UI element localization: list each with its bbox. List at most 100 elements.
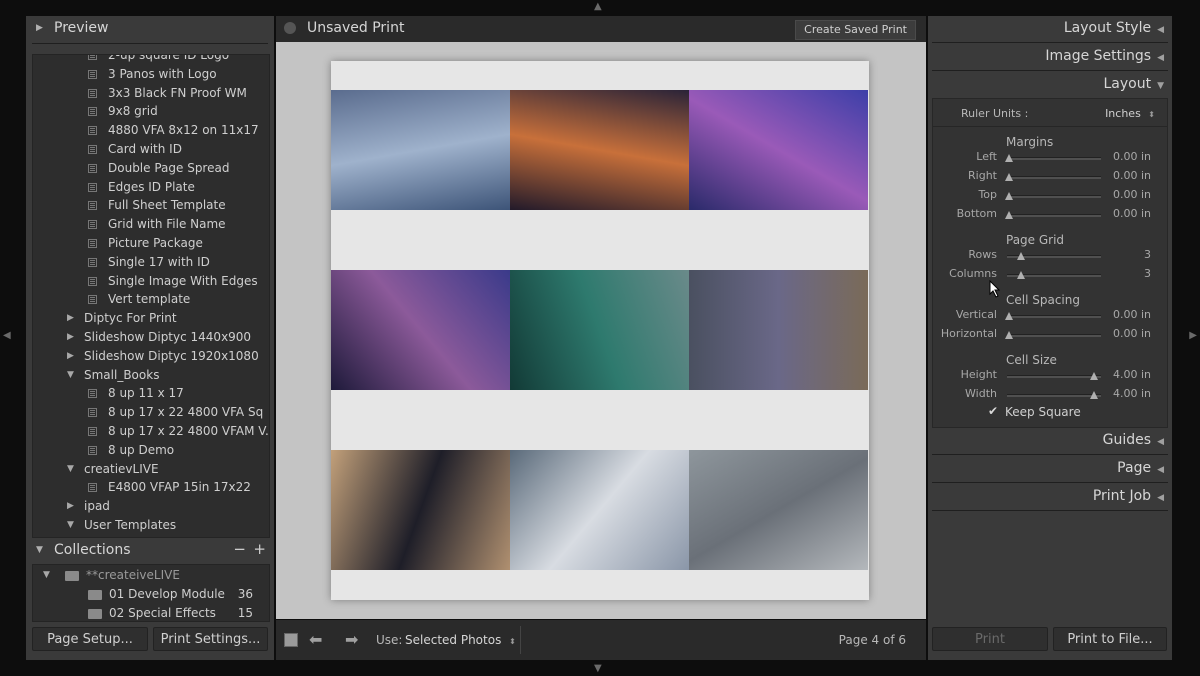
- collapse-triangle-icon[interactable]: ▶: [67, 332, 74, 342]
- height-value[interactable]: 4.00 in: [1113, 368, 1151, 381]
- expand-triangle-icon[interactable]: ▼: [43, 570, 50, 580]
- slider-thumb[interactable]: [1089, 372, 1098, 380]
- collection-item[interactable]: 02 Special Effects 15: [33, 605, 269, 621]
- template-folder[interactable]: ▼ creatievLIVE: [33, 461, 269, 480]
- template-item[interactable]: Vert template: [33, 291, 269, 310]
- left-value[interactable]: 0.00 in: [1113, 150, 1151, 163]
- right-value[interactable]: 0.00 in: [1113, 169, 1151, 182]
- slider-thumb[interactable]: [1005, 173, 1013, 181]
- template-item[interactable]: 9x8 grid: [33, 103, 269, 122]
- width-slider[interactable]: [1007, 391, 1101, 399]
- create-saved-print-button[interactable]: Create Saved Print: [795, 20, 916, 40]
- preview-header[interactable]: ▶ Preview: [26, 16, 274, 42]
- left-edge-arrow-icon[interactable]: ◀: [3, 330, 11, 341]
- next-page-arrow-icon[interactable]: ➡: [345, 630, 358, 649]
- slider-thumb[interactable]: [1005, 192, 1013, 200]
- template-item[interactable]: Single Image With Edges: [33, 273, 269, 292]
- width-value[interactable]: 4.00 in: [1113, 387, 1151, 400]
- template-item[interactable]: Full Sheet Template: [33, 197, 269, 216]
- use-selector[interactable]: Selected Photos ⬍: [405, 633, 516, 647]
- expand-triangle-icon[interactable]: ▼: [67, 520, 74, 530]
- template-item[interactable]: 4880 VFA 8x12 on 11x17: [33, 122, 269, 141]
- template-item[interactable]: Single 17 with ID: [33, 254, 269, 273]
- photo-purple-horizon[interactable]: [689, 90, 868, 210]
- print-settings-button[interactable]: Print Settings...: [153, 627, 268, 651]
- template-item[interactable]: Card with ID: [33, 141, 269, 160]
- template-item[interactable]: Picture Package: [33, 235, 269, 254]
- vertical-slider[interactable]: [1005, 312, 1101, 320]
- print-to-file-button[interactable]: Print to File...: [1053, 627, 1167, 651]
- photo-twilight-dark[interactable]: [331, 270, 510, 390]
- template-item[interactable]: Edges ID Plate: [33, 179, 269, 198]
- vertical-value[interactable]: 0.00 in: [1113, 308, 1151, 321]
- columns-slider[interactable]: [1007, 271, 1101, 279]
- previous-page-arrow-icon[interactable]: ⬅: [309, 630, 322, 649]
- template-item[interactable]: 8 up Demo: [33, 442, 269, 461]
- template-folder[interactable]: ▶ Slideshow Diptyc 1920x1080: [33, 348, 269, 367]
- collection-item[interactable]: 01 Develop Module 36: [33, 586, 269, 605]
- template-item[interactable]: Double Page Spread: [33, 160, 269, 179]
- page-setup-button[interactable]: Page Setup...: [32, 627, 148, 651]
- print-button[interactable]: Print: [932, 627, 1048, 651]
- top-value[interactable]: 0.00 in: [1113, 188, 1151, 201]
- collapse-triangle-icon[interactable]: ▶: [67, 313, 74, 323]
- photo-airplane-wing[interactable]: [510, 450, 689, 570]
- top-edge-arrow-icon[interactable]: ▲: [594, 1, 602, 12]
- ruler-units-label: Ruler Units :: [961, 107, 1029, 120]
- right-slider[interactable]: [1005, 173, 1101, 181]
- photo-cloudy-lake[interactable]: [689, 450, 868, 570]
- keep-square-checkbox[interactable]: ✔: [988, 405, 999, 417]
- slider-thumb[interactable]: [1005, 154, 1013, 162]
- template-item[interactable]: 2-up square ID Logo: [33, 55, 269, 66]
- bottom-edge-arrow-icon[interactable]: ▼: [594, 663, 602, 674]
- bottom-value[interactable]: 0.00 in: [1113, 207, 1151, 220]
- slider-thumb[interactable]: [1016, 271, 1025, 279]
- template-item[interactable]: Grid with File Name: [33, 216, 269, 235]
- template-folder[interactable]: ▼ Small_Books: [33, 367, 269, 386]
- collection-set[interactable]: ▼ **createiveLIVE: [33, 567, 269, 586]
- top-slider[interactable]: [1005, 192, 1101, 200]
- height-slider[interactable]: [1007, 372, 1101, 380]
- left-slider[interactable]: [1005, 154, 1101, 162]
- template-item[interactable]: 8 up 17 x 22 4800 VFAM V...: [33, 423, 269, 442]
- rows-value[interactable]: 3: [1144, 248, 1151, 261]
- rows-slider[interactable]: [1007, 252, 1101, 260]
- expand-triangle-icon[interactable]: ▼: [67, 370, 74, 380]
- template-folder[interactable]: ▼ User Templates: [33, 517, 269, 536]
- slider-thumb[interactable]: [1005, 331, 1013, 339]
- photo-engine-desert[interactable]: [331, 450, 510, 570]
- collapse-triangle-icon[interactable]: ▶: [67, 501, 74, 511]
- slider-thumb[interactable]: [1016, 252, 1025, 260]
- template-folder[interactable]: ▶ ipad: [33, 498, 269, 517]
- template-icon: [88, 55, 97, 60]
- template-item[interactable]: 8 up 17 x 22 4800 VFA Sq: [33, 404, 269, 423]
- columns-value[interactable]: 3: [1144, 267, 1151, 280]
- add-collection-icon[interactable]: +: [253, 540, 266, 558]
- horizontal-value[interactable]: 0.00 in: [1113, 327, 1151, 340]
- stop-square-icon[interactable]: [284, 633, 298, 647]
- template-item[interactable]: 8 up 11 x 17: [33, 385, 269, 404]
- horizontal-slider[interactable]: [1005, 331, 1101, 339]
- photo-sky-streaks[interactable]: [331, 90, 510, 210]
- template-item[interactable]: E4800 VFAP 15in 17x22: [33, 479, 269, 498]
- right-edge-arrow-icon[interactable]: ▶: [1189, 330, 1197, 341]
- template-item[interactable]: 3x3 Black FN Proof WM: [33, 85, 269, 104]
- ruler-units-selector[interactable]: Inches ⬍: [1105, 107, 1155, 120]
- template-folder[interactable]: ▶ Slideshow Diptyc 1440x900: [33, 329, 269, 348]
- slider-thumb[interactable]: [1005, 211, 1013, 219]
- remove-collection-icon[interactable]: −: [233, 540, 246, 558]
- slider-thumb[interactable]: [1005, 312, 1013, 320]
- print-options-icon[interactable]: [284, 22, 296, 34]
- photo-sunset-clouds[interactable]: [510, 90, 689, 210]
- template-icon: [88, 445, 97, 455]
- collections-header[interactable]: ▼ Collections − +: [26, 538, 274, 564]
- photo-canyon-aerial[interactable]: [689, 270, 868, 390]
- bottom-slider[interactable]: [1005, 211, 1101, 219]
- template-item[interactable]: 3 Panos with Logo: [33, 66, 269, 85]
- use-label: Use:: [376, 633, 403, 647]
- collapse-triangle-icon[interactable]: ▶: [67, 351, 74, 361]
- template-folder[interactable]: ▶ Diptyc For Print: [33, 310, 269, 329]
- photo-green-water[interactable]: [510, 270, 689, 390]
- slider-thumb[interactable]: [1089, 391, 1098, 399]
- expand-triangle-icon[interactable]: ▼: [67, 464, 74, 474]
